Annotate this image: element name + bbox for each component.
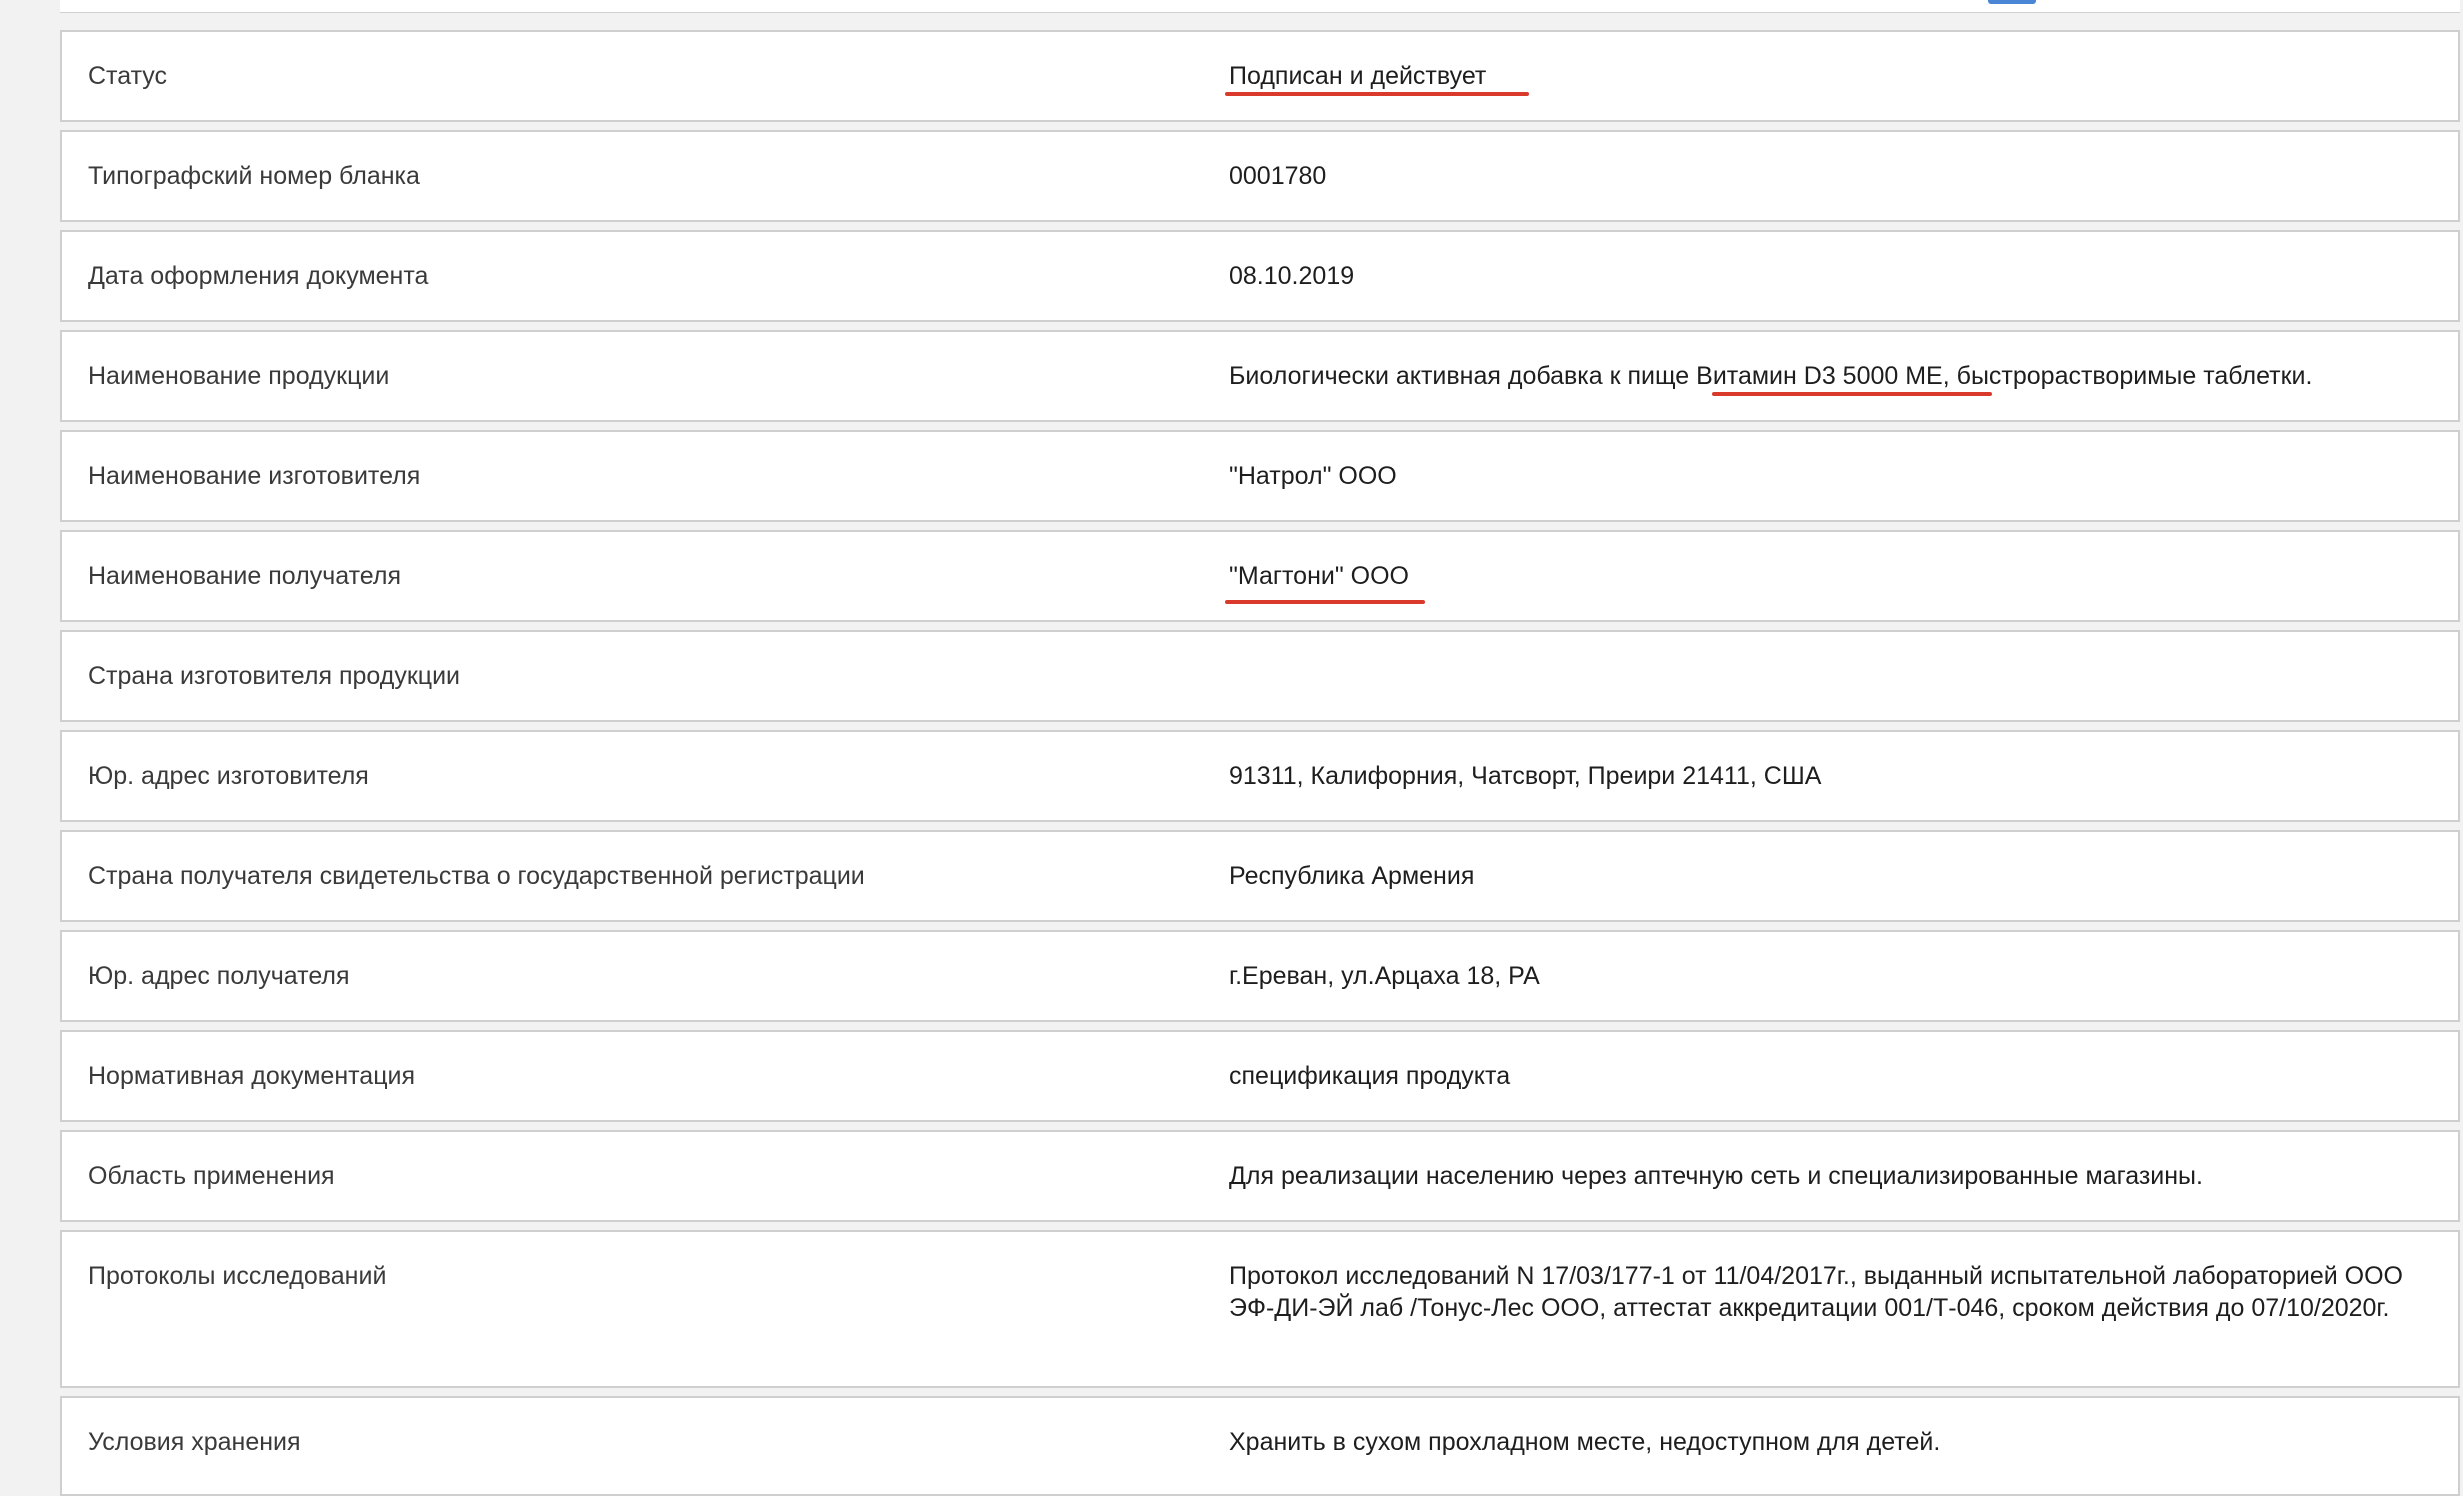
row-value: Протокол исследований N 17/03/177-1 от 1… bbox=[1229, 1262, 2403, 1322]
product-highlight-underline bbox=[1712, 392, 1992, 396]
row-label: Условия хранения bbox=[88, 1428, 301, 1456]
row-label: Страна получателя свидетельства о госуда… bbox=[88, 862, 865, 890]
row-normative-docs: Нормативная документация спецификация пр… bbox=[60, 1030, 2460, 1122]
row-value: "Натрол" ООО bbox=[1229, 462, 1397, 490]
row-label: Юр. адрес получателя bbox=[88, 962, 350, 990]
row-label: Страна изготовителя продукции bbox=[88, 662, 461, 690]
row-value: Хранить в сухом прохладном месте, недост… bbox=[1229, 1428, 1941, 1456]
row-manufacturer: Наименование изготовителя "Натрол" ООО bbox=[60, 430, 2460, 522]
status-highlight-underline bbox=[1225, 92, 1529, 96]
row-product-name: Наименование продукции Биологически акти… bbox=[60, 330, 2460, 422]
row-label: Дата оформления документа bbox=[88, 262, 429, 290]
row-research-protocols: Протоколы исследований Протокол исследов… bbox=[60, 1230, 2460, 1388]
certificate-details-table: Статус Подписан и действует Типографский… bbox=[60, 30, 2460, 1496]
row-status: Статус Подписан и действует bbox=[60, 30, 2460, 122]
row-value: 08.10.2019 bbox=[1229, 262, 1355, 290]
row-value: Для реализации населению через аптечную … bbox=[1229, 1162, 2203, 1190]
row-value: Подписан и действует bbox=[1229, 62, 1487, 90]
row-storage-conditions: Условия хранения Хранить в сухом прохлад… bbox=[60, 1396, 2460, 1496]
row-value: "Магтони" ООО bbox=[1229, 562, 1410, 590]
row-label: Наименование получателя bbox=[88, 562, 401, 590]
row-label: Протоколы исследований bbox=[88, 1262, 387, 1290]
row-form-number: Типографский номер бланка 0001780 bbox=[60, 130, 2460, 222]
row-manufacturer-country: Страна изготовителя продукции bbox=[60, 630, 2460, 722]
row-label: Наименование изготовителя bbox=[88, 462, 421, 490]
row-application-area: Область применения Для реализации населе… bbox=[60, 1130, 2460, 1222]
row-label: Область применения bbox=[88, 1162, 335, 1190]
recipient-highlight-underline bbox=[1225, 600, 1425, 604]
row-value: 91311, Калифорния, Чатсворт, Преири 2141… bbox=[1229, 762, 1822, 790]
row-value: г.Ереван, ул.Арцаха 18, РА bbox=[1229, 962, 1540, 990]
row-value: 0001780 bbox=[1229, 162, 1327, 190]
top-panel-edge bbox=[60, 0, 2460, 13]
row-label: Наименование продукции bbox=[88, 362, 390, 390]
row-issue-date: Дата оформления документа 08.10.2019 bbox=[60, 230, 2460, 322]
row-value: Биологически активная добавка к пище Вит… bbox=[1229, 362, 2313, 390]
row-label: Статус bbox=[88, 62, 168, 90]
row-recipient: Наименование получателя "Магтони" ООО bbox=[60, 530, 2460, 622]
row-label: Юр. адрес изготовителя bbox=[88, 762, 369, 790]
row-recipient-address: Юр. адрес получателя г.Ереван, ул.Арцаха… bbox=[60, 930, 2460, 1022]
row-value: спецификация продукта bbox=[1229, 1062, 1511, 1090]
row-manufacturer-address: Юр. адрес изготовителя 91311, Калифорния… bbox=[60, 730, 2460, 822]
row-label: Нормативная документация bbox=[88, 1062, 416, 1090]
row-value: Республика Армения bbox=[1229, 862, 1475, 890]
scroll-indicator bbox=[1988, 0, 2036, 4]
row-recipient-country: Страна получателя свидетельства о госуда… bbox=[60, 830, 2460, 922]
registration-certificate-page: Статус Подписан и действует Типографский… bbox=[0, 0, 2463, 1496]
row-label: Типографский номер бланка bbox=[88, 162, 420, 190]
